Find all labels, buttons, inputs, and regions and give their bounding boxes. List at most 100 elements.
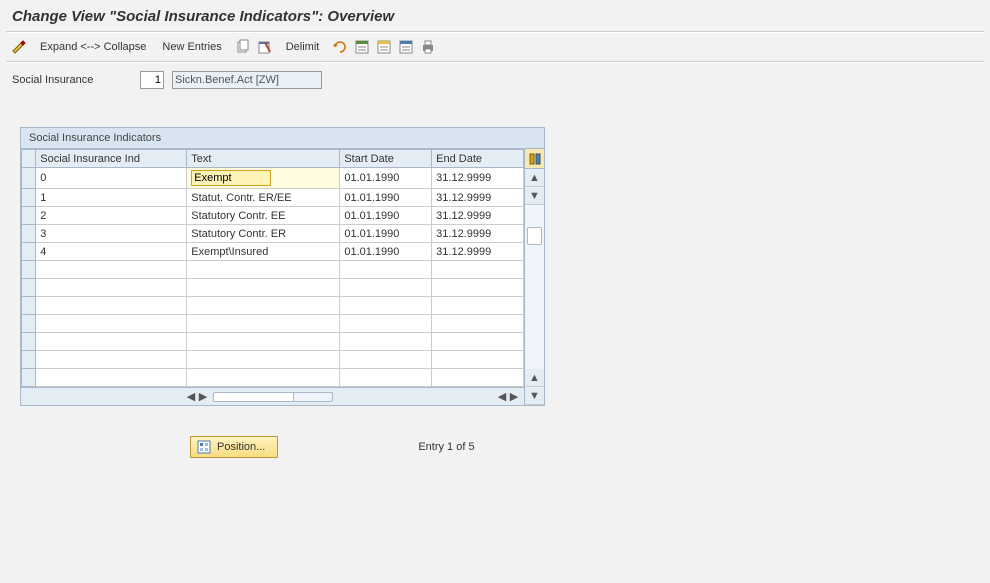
- vscroll-down-icon[interactable]: ▼: [525, 387, 544, 405]
- deselect-all-icon[interactable]: [397, 38, 415, 56]
- hscroll-track[interactable]: [213, 392, 333, 402]
- cell-start[interactable]: 01.01.1990: [340, 168, 432, 189]
- empty-cell[interactable]: [36, 333, 187, 351]
- table-row-empty[interactable]: [22, 351, 524, 369]
- empty-cell[interactable]: [432, 279, 524, 297]
- cell-ind[interactable]: 4: [36, 243, 187, 261]
- empty-cell[interactable]: [432, 261, 524, 279]
- empty-cell[interactable]: [432, 369, 524, 387]
- table-row[interactable]: 1Statut. Contr. ER/EE01.01.199031.12.999…: [22, 189, 524, 207]
- table-row-empty[interactable]: [22, 315, 524, 333]
- empty-cell[interactable]: [187, 369, 340, 387]
- col-header-end[interactable]: End Date: [432, 150, 524, 168]
- col-header-ind[interactable]: Social Insurance Ind: [36, 150, 187, 168]
- empty-cell[interactable]: [36, 297, 187, 315]
- cell-start[interactable]: 01.01.1990: [340, 207, 432, 225]
- cell-ind[interactable]: 1: [36, 189, 187, 207]
- empty-cell[interactable]: [22, 315, 36, 333]
- vscroll-line-up-icon[interactable]: ▲: [525, 369, 544, 387]
- empty-cell[interactable]: [432, 351, 524, 369]
- cell-text-input[interactable]: [191, 170, 271, 186]
- cell-end[interactable]: 31.12.9999: [432, 225, 524, 243]
- table-row-empty[interactable]: [22, 261, 524, 279]
- empty-cell[interactable]: [36, 369, 187, 387]
- empty-cell[interactable]: [340, 297, 432, 315]
- row-selector[interactable]: [22, 168, 36, 189]
- empty-cell[interactable]: [187, 297, 340, 315]
- row-selector[interactable]: [22, 189, 36, 207]
- position-button[interactable]: Position...: [190, 436, 278, 458]
- empty-cell[interactable]: [187, 261, 340, 279]
- select-all-header[interactable]: [22, 150, 36, 168]
- empty-cell[interactable]: [22, 351, 36, 369]
- hscroll-thumb[interactable]: [214, 393, 294, 401]
- empty-cell[interactable]: [432, 297, 524, 315]
- empty-cell[interactable]: [432, 315, 524, 333]
- cell-text[interactable]: Statutory Contr. EE: [187, 207, 340, 225]
- empty-cell[interactable]: [340, 333, 432, 351]
- table-row-empty[interactable]: [22, 333, 524, 351]
- expand-collapse-button[interactable]: Expand <--> Collapse: [36, 39, 150, 55]
- social-insurance-desc-input[interactable]: [172, 71, 322, 89]
- table-settings-icon[interactable]: [525, 149, 544, 169]
- cell-start[interactable]: 01.01.1990: [340, 189, 432, 207]
- empty-cell[interactable]: [340, 279, 432, 297]
- cell-start[interactable]: 01.01.1990: [340, 243, 432, 261]
- table-row-empty[interactable]: [22, 297, 524, 315]
- hscroll-step-right-icon[interactable]: ▶: [197, 390, 209, 403]
- vscroll-up-icon[interactable]: ▲: [525, 169, 544, 187]
- delete-icon[interactable]: [256, 38, 274, 56]
- cell-text[interactable]: Statut. Contr. ER/EE: [187, 189, 340, 207]
- empty-cell[interactable]: [340, 351, 432, 369]
- cell-start[interactable]: 01.01.1990: [340, 225, 432, 243]
- delimit-button[interactable]: Delimit: [282, 39, 324, 55]
- empty-cell[interactable]: [36, 315, 187, 333]
- cell-text[interactable]: Statutory Contr. ER: [187, 225, 340, 243]
- hscroll-left-icon[interactable]: ◀: [185, 390, 197, 403]
- cell-ind[interactable]: 0: [36, 168, 187, 189]
- row-selector[interactable]: [22, 225, 36, 243]
- empty-cell[interactable]: [22, 333, 36, 351]
- empty-cell[interactable]: [187, 315, 340, 333]
- table-row[interactable]: 0 01.01.199031.12.9999: [22, 168, 524, 189]
- empty-cell[interactable]: [340, 315, 432, 333]
- table-row[interactable]: 2Statutory Contr. EE01.01.199031.12.9999: [22, 207, 524, 225]
- table-row[interactable]: 4Exempt\Insured01.01.199031.12.9999: [22, 243, 524, 261]
- empty-cell[interactable]: [36, 279, 187, 297]
- cell-end[interactable]: 31.12.9999: [432, 207, 524, 225]
- new-entries-button[interactable]: New Entries: [158, 39, 225, 55]
- empty-cell[interactable]: [36, 261, 187, 279]
- empty-cell[interactable]: [187, 279, 340, 297]
- empty-cell[interactable]: [187, 333, 340, 351]
- vscroll-thumb[interactable]: [527, 227, 542, 245]
- empty-cell[interactable]: [22, 369, 36, 387]
- undo-change-icon[interactable]: [331, 38, 349, 56]
- empty-cell[interactable]: [22, 279, 36, 297]
- cell-end[interactable]: 31.12.9999: [432, 189, 524, 207]
- row-selector[interactable]: [22, 207, 36, 225]
- empty-cell[interactable]: [340, 369, 432, 387]
- table-row-empty[interactable]: [22, 369, 524, 387]
- vscroll-track[interactable]: [525, 205, 544, 369]
- row-selector[interactable]: [22, 243, 36, 261]
- empty-cell[interactable]: [36, 351, 187, 369]
- cell-end[interactable]: 31.12.9999: [432, 168, 524, 189]
- table-row[interactable]: 3Statutory Contr. ER01.01.199031.12.9999: [22, 225, 524, 243]
- social-insurance-code-input[interactable]: [140, 71, 164, 89]
- empty-cell[interactable]: [432, 333, 524, 351]
- cell-text[interactable]: [187, 168, 340, 189]
- toggle-display-change-icon[interactable]: [10, 38, 28, 56]
- cell-text[interactable]: Exempt\Insured: [187, 243, 340, 261]
- empty-cell[interactable]: [22, 297, 36, 315]
- col-header-start[interactable]: Start Date: [340, 150, 432, 168]
- empty-cell[interactable]: [22, 261, 36, 279]
- empty-cell[interactable]: [187, 351, 340, 369]
- cell-ind[interactable]: 2: [36, 207, 187, 225]
- empty-cell[interactable]: [340, 261, 432, 279]
- select-block-icon[interactable]: [375, 38, 393, 56]
- col-header-text[interactable]: Text: [187, 150, 340, 168]
- hscroll-right-icon[interactable]: ▶: [508, 390, 520, 403]
- select-all-icon[interactable]: [353, 38, 371, 56]
- cell-ind[interactable]: 3: [36, 225, 187, 243]
- copy-as-icon[interactable]: [234, 38, 252, 56]
